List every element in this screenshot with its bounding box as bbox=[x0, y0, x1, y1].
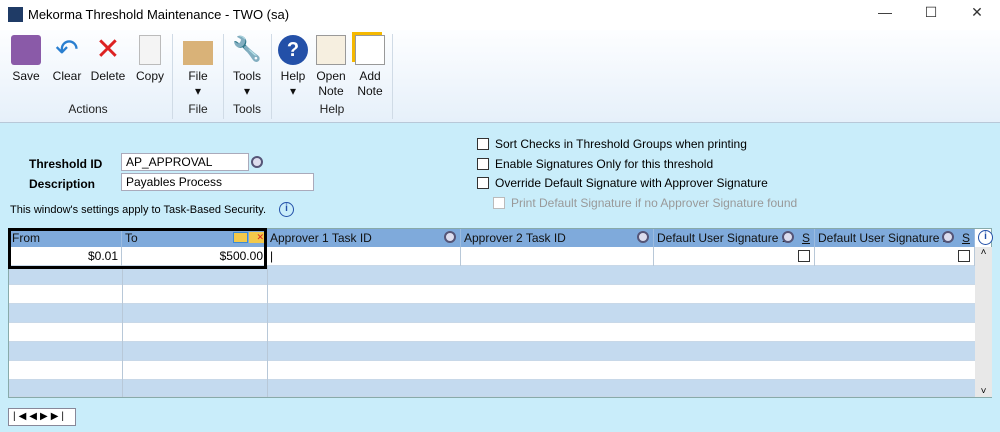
cell-approver2[interactable] bbox=[461, 247, 654, 266]
info-icon[interactable]: i bbox=[978, 230, 993, 245]
group-help: Help bbox=[319, 102, 345, 116]
threshold-id-input[interactable]: AP_APPROVAL bbox=[121, 153, 249, 171]
threshold-id-label: Threshold ID bbox=[29, 157, 103, 171]
override-signature-checkbox[interactable] bbox=[477, 177, 489, 189]
col-header-approver1: Approver 1 Task ID bbox=[267, 229, 461, 247]
print-default-signature-checkbox[interactable] bbox=[493, 197, 505, 209]
window-title: Mekorma Threshold Maintenance - TWO (sa) bbox=[28, 7, 290, 22]
description-input[interactable]: Payables Process bbox=[121, 173, 314, 191]
divider bbox=[172, 34, 173, 119]
last-record-icon[interactable]: ▶| bbox=[51, 411, 67, 422]
help-icon: ? bbox=[278, 35, 308, 65]
scroll-up-icon[interactable]: ˄ bbox=[975, 247, 992, 258]
tools-icon: 🔧 bbox=[232, 36, 262, 63]
dropdown-arrow-icon: ▾ bbox=[289, 84, 297, 98]
table-row[interactable] bbox=[9, 285, 975, 304]
table-row[interactable] bbox=[9, 361, 975, 380]
col-header-approver2: Approver 2 Task ID bbox=[461, 229, 654, 247]
divider bbox=[223, 34, 224, 119]
column-divider bbox=[267, 266, 268, 397]
table-row[interactable] bbox=[9, 304, 975, 323]
col-header-sig1: Default User Signature 1 S bbox=[654, 229, 815, 247]
help-label: Help bbox=[280, 69, 306, 83]
cell-sig2 bbox=[815, 247, 975, 266]
ribbon: Save ↶ Clear ✕ Delete Copy Actions File ▾ F… bbox=[0, 30, 1000, 123]
open-note-label: Open Note bbox=[316, 69, 346, 98]
vertical-scrollbar[interactable]: ˄ ˅ bbox=[975, 247, 992, 397]
tools-button[interactable]: 🔧 Tools ▾ bbox=[227, 35, 267, 99]
help-button[interactable]: ? Help ▾ bbox=[274, 35, 312, 99]
save-button[interactable]: Save bbox=[6, 35, 46, 84]
sig2-s-link[interactable]: S bbox=[962, 231, 970, 245]
maximize-button[interactable]: ☐ bbox=[916, 4, 946, 24]
cell-approver1[interactable]: | bbox=[267, 247, 461, 266]
info-icon[interactable]: i bbox=[279, 202, 294, 217]
open-note-button[interactable]: Open Note bbox=[312, 35, 350, 99]
table-row[interactable] bbox=[9, 380, 975, 397]
sort-checks-checkbox[interactable] bbox=[477, 138, 489, 150]
folder-icon bbox=[183, 41, 213, 65]
table-row[interactable] bbox=[9, 342, 975, 361]
copy-button[interactable]: Copy bbox=[131, 35, 169, 84]
clear-label: Clear bbox=[52, 69, 82, 83]
sig1-checkbox[interactable] bbox=[798, 250, 810, 262]
description-label: Description bbox=[29, 177, 96, 191]
col-header-sig2: Default User Signature 2 S bbox=[815, 229, 975, 247]
col-header-sig1-label: Default User Signature 1 bbox=[657, 231, 789, 245]
save-label: Save bbox=[12, 69, 40, 83]
next-record-icon[interactable]: ▶ bbox=[40, 411, 51, 422]
file-label: File bbox=[188, 69, 208, 83]
minimize-button[interactable]: — bbox=[870, 4, 900, 24]
lookup-icon[interactable] bbox=[782, 231, 794, 243]
divider bbox=[392, 34, 393, 119]
undo-icon: ↶ bbox=[55, 34, 79, 65]
enable-signatures-checkbox[interactable] bbox=[477, 158, 489, 170]
dropdown-arrow-icon: ▾ bbox=[243, 84, 251, 98]
sig2-checkbox[interactable] bbox=[958, 250, 970, 262]
save-icon bbox=[11, 35, 41, 65]
scroll-down-icon[interactable]: ˅ bbox=[975, 386, 992, 397]
group-file: File bbox=[188, 102, 208, 116]
delete-label: Delete bbox=[90, 69, 126, 83]
lookup-icon[interactable] bbox=[251, 156, 263, 168]
tools-label: Tools bbox=[232, 69, 261, 83]
divider bbox=[271, 34, 272, 119]
app-icon bbox=[8, 7, 23, 22]
add-note-button[interactable]: Add Note bbox=[351, 35, 389, 99]
sig1-s-link[interactable]: S bbox=[802, 231, 810, 245]
delete-x-icon: ✕ bbox=[95, 33, 121, 66]
record-navigation[interactable]: |◀◀▶▶| bbox=[8, 408, 76, 426]
col-header-sig2-label: Default User Signature 2 bbox=[818, 231, 950, 245]
lookup-icon[interactable] bbox=[637, 231, 649, 243]
copy-icon bbox=[139, 35, 161, 65]
print-default-signature-label: Print Default Signature if no Approver S… bbox=[511, 196, 798, 210]
note-icon bbox=[316, 35, 346, 65]
lookup-icon[interactable] bbox=[444, 231, 456, 243]
dropdown-arrow-icon: ▾ bbox=[194, 84, 202, 98]
close-button[interactable]: ✕ bbox=[962, 4, 992, 24]
cell-sig1 bbox=[654, 247, 815, 266]
threshold-grid: From To ✕ Approver 1 Task ID Approver 2 … bbox=[8, 228, 993, 398]
security-note: This window's settings apply to Task-Bas… bbox=[10, 204, 267, 216]
col-header-approver1-label: Approver 1 Task ID bbox=[270, 231, 372, 245]
table-row[interactable] bbox=[9, 323, 975, 342]
first-record-icon[interactable]: |◀ bbox=[13, 411, 29, 422]
override-signature-label: Override Default Signature with Approver… bbox=[495, 176, 768, 190]
sort-checks-label: Sort Checks in Threshold Groups when pri… bbox=[495, 137, 747, 151]
add-note-label: Add Note bbox=[357, 69, 383, 98]
add-note-icon bbox=[355, 35, 385, 65]
title-bar: Mekorma Threshold Maintenance - TWO (sa)… bbox=[0, 0, 1000, 30]
file-button[interactable]: File ▾ bbox=[178, 35, 218, 99]
enable-signatures-label: Enable Signatures Only for this threshol… bbox=[495, 157, 714, 171]
highlight-box bbox=[8, 228, 267, 269]
delete-button[interactable]: ✕ Delete bbox=[87, 35, 129, 84]
group-tools: Tools bbox=[232, 102, 261, 116]
copy-label: Copy bbox=[135, 69, 164, 83]
previous-record-icon[interactable]: ◀ bbox=[29, 411, 40, 422]
lookup-icon[interactable] bbox=[942, 231, 954, 243]
col-header-approver2-label: Approver 2 Task ID bbox=[464, 231, 566, 245]
group-actions: Actions bbox=[68, 102, 108, 116]
clear-button[interactable]: ↶ Clear bbox=[47, 35, 87, 84]
column-divider bbox=[122, 266, 123, 397]
